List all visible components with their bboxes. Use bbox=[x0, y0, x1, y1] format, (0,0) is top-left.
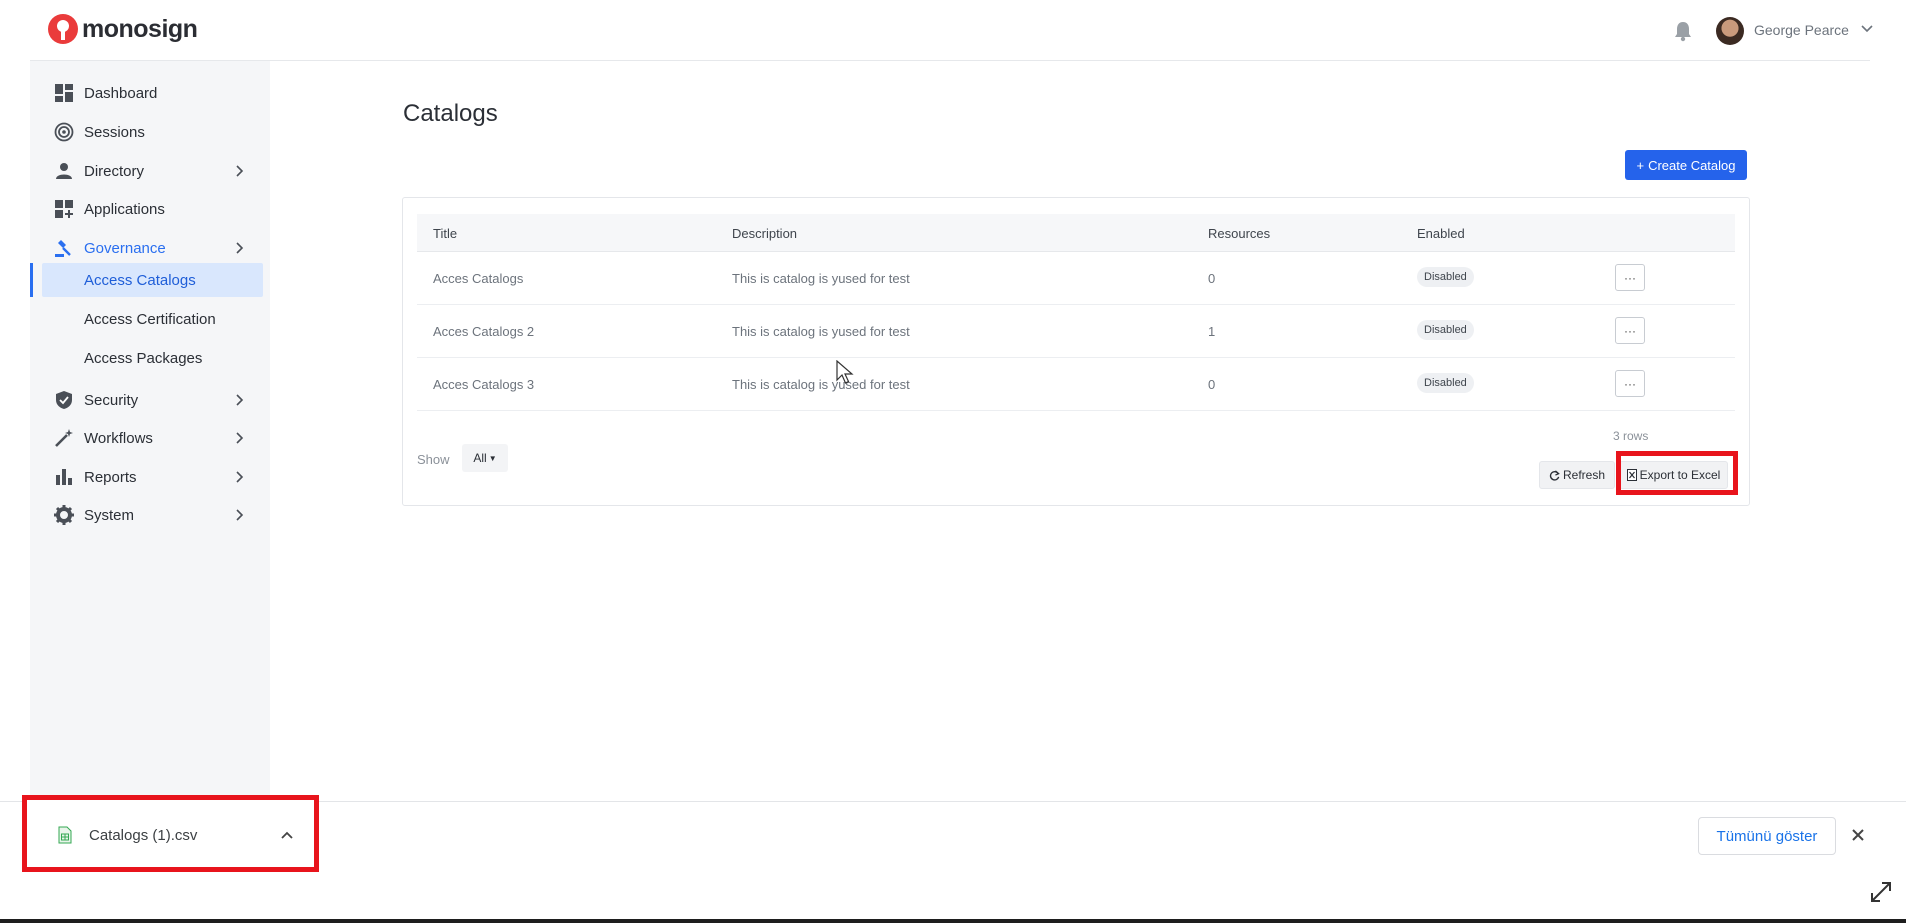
sidebar-item-label: Dashboard bbox=[84, 84, 158, 102]
sidebar-item-dashboard[interactable]: Dashboard bbox=[30, 75, 270, 111]
column-header-description[interactable]: Description bbox=[732, 226, 797, 241]
show-all-downloads-button[interactable]: Tümünü göster bbox=[1698, 817, 1836, 855]
sidebar-item-reports[interactable]: Reports bbox=[30, 459, 270, 495]
sidebar-subitem-access-packages[interactable]: Access Packages bbox=[42, 341, 263, 375]
sidebar: Dashboard Sessions Directory Application… bbox=[30, 61, 270, 801]
chevron-up-icon[interactable] bbox=[280, 830, 294, 840]
table-row[interactable]: Acces Catalogs 2 This is catalog is yuse… bbox=[417, 305, 1735, 358]
cell-description: This is catalog is yused for test bbox=[732, 377, 910, 392]
row-actions-button[interactable]: ··· bbox=[1615, 264, 1645, 291]
cell-title: Acces Catalogs 2 bbox=[433, 324, 535, 339]
show-label: Show bbox=[417, 452, 450, 467]
user-name[interactable]: George Pearce bbox=[1754, 22, 1849, 38]
column-header-enabled[interactable]: Enabled bbox=[1417, 226, 1465, 241]
sidebar-item-label: Applications bbox=[84, 200, 165, 218]
plus-icon: + bbox=[1636, 157, 1645, 173]
rows-count: 3 rows bbox=[1613, 429, 1649, 443]
sidebar-item-applications[interactable]: Applications bbox=[30, 191, 270, 227]
sidebar-item-label: System bbox=[84, 506, 135, 524]
refresh-icon bbox=[1549, 469, 1560, 481]
bar-chart-icon bbox=[56, 469, 72, 485]
sidebar-subitem-label: Access Catalogs bbox=[84, 271, 196, 289]
catalogs-table-card: Title Description Resources Enabled Acce… bbox=[402, 197, 1750, 506]
logo-text: monosign bbox=[82, 14, 198, 43]
page-size-select[interactable]: All ▼ bbox=[462, 444, 508, 472]
person-icon bbox=[56, 163, 72, 179]
page-title: Catalogs bbox=[403, 100, 498, 127]
gear-icon bbox=[54, 505, 74, 525]
chevron-right-icon bbox=[236, 394, 244, 406]
create-catalog-button[interactable]: + Create Catalog bbox=[1625, 150, 1747, 180]
export-highlight-box bbox=[1616, 451, 1738, 495]
cell-resources: 0 bbox=[1208, 271, 1216, 286]
caret-down-icon: ▼ bbox=[488, 453, 497, 463]
sidebar-item-label: Reports bbox=[84, 468, 137, 486]
cell-description: This is catalog is yused for test bbox=[732, 271, 910, 286]
column-header-title[interactable]: Title bbox=[433, 226, 457, 241]
applications-icon bbox=[55, 200, 73, 218]
gavel-icon bbox=[55, 240, 71, 257]
chevron-right-icon bbox=[236, 471, 244, 483]
column-header-resources[interactable]: Resources bbox=[1208, 226, 1270, 241]
sidebar-item-label: Governance bbox=[84, 239, 166, 257]
create-catalog-label: Create Catalog bbox=[1648, 157, 1736, 173]
csv-file-icon bbox=[58, 826, 72, 844]
window-bottom-edge bbox=[0, 919, 1906, 923]
cell-resources: 0 bbox=[1208, 377, 1216, 392]
chevron-right-icon bbox=[236, 432, 244, 444]
table-row[interactable]: Acces Catalogs This is catalog is yused … bbox=[417, 252, 1735, 305]
active-indicator bbox=[30, 263, 33, 297]
sidebar-item-label: Security bbox=[84, 391, 139, 409]
row-actions-button[interactable]: ··· bbox=[1615, 370, 1645, 397]
table-row[interactable]: Acces Catalogs 3 This is catalog is yuse… bbox=[417, 358, 1735, 411]
download-file-name: Catalogs (1).csv bbox=[89, 827, 198, 844]
sidebar-item-governance[interactable]: Governance bbox=[30, 230, 270, 266]
sidebar-item-directory[interactable]: Directory bbox=[30, 153, 270, 189]
sidebar-item-system[interactable]: System bbox=[30, 497, 270, 533]
sidebar-subitem-access-catalogs[interactable]: Access Catalogs bbox=[42, 263, 263, 297]
chevron-right-icon bbox=[236, 509, 244, 521]
status-badge: Disabled bbox=[1417, 267, 1474, 287]
logo[interactable]: monosign bbox=[48, 14, 198, 44]
mouse-cursor-icon bbox=[836, 360, 854, 384]
table-header: Title Description Resources Enabled bbox=[417, 214, 1735, 252]
cell-description: This is catalog is yused for test bbox=[732, 324, 910, 339]
status-badge: Disabled bbox=[1417, 373, 1474, 393]
chevron-down-icon[interactable] bbox=[1860, 22, 1874, 36]
download-item[interactable]: Catalogs (1).csv bbox=[22, 795, 319, 872]
sidebar-subitem-access-certification[interactable]: Access Certification bbox=[42, 302, 263, 336]
sidebar-item-label: Sessions bbox=[84, 123, 145, 141]
dashboard-icon bbox=[55, 84, 73, 102]
close-icon[interactable] bbox=[1850, 827, 1866, 843]
row-actions-button[interactable]: ··· bbox=[1615, 317, 1645, 344]
chevron-right-icon bbox=[236, 165, 244, 177]
sidebar-item-workflows[interactable]: Workflows bbox=[30, 420, 270, 456]
cell-resources: 1 bbox=[1208, 324, 1216, 339]
cell-title: Acces Catalogs bbox=[433, 271, 524, 286]
sidebar-item-sessions[interactable]: Sessions bbox=[30, 114, 270, 150]
expand-icon[interactable] bbox=[1868, 879, 1894, 905]
refresh-label: Refresh bbox=[1562, 468, 1606, 482]
page-size-value: All bbox=[473, 451, 487, 465]
refresh-button[interactable]: Refresh bbox=[1539, 461, 1615, 489]
logo-mark-icon bbox=[48, 14, 78, 44]
chevron-right-icon bbox=[236, 242, 244, 254]
sidebar-subitem-label: Access Certification bbox=[84, 310, 216, 328]
magic-wand-icon bbox=[55, 429, 73, 447]
notification-bell-icon[interactable] bbox=[1673, 20, 1693, 42]
status-badge: Disabled bbox=[1417, 320, 1474, 340]
user-avatar[interactable] bbox=[1716, 17, 1744, 45]
cell-title: Acces Catalogs 3 bbox=[433, 377, 535, 392]
shield-icon bbox=[56, 391, 72, 409]
sidebar-item-label: Workflows bbox=[84, 429, 153, 447]
sidebar-item-label: Directory bbox=[84, 162, 145, 180]
sidebar-item-security[interactable]: Security bbox=[30, 382, 270, 418]
top-bar: monosign George Pearce bbox=[30, 0, 1873, 61]
sessions-icon bbox=[54, 122, 74, 142]
sidebar-subitem-label: Access Packages bbox=[84, 349, 203, 367]
